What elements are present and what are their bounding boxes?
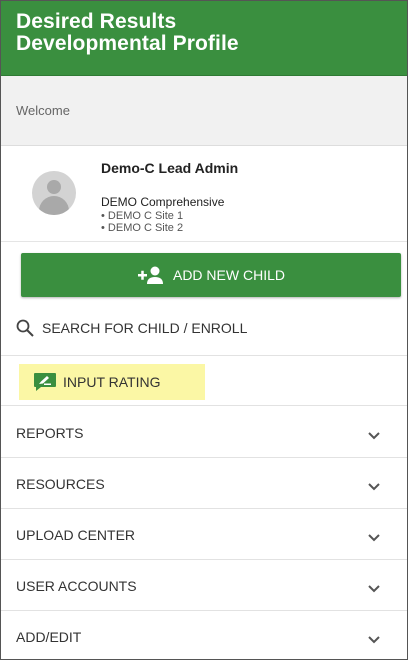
profile-site-2: • DEMO C Site 2 bbox=[101, 222, 184, 234]
profile-organization: DEMO Comprehensive bbox=[101, 195, 225, 209]
menu-label-resources: RESOURCES bbox=[16, 475, 105, 492]
avatar-body bbox=[39, 196, 69, 215]
add-new-child-button[interactable]: ADD NEW CHILD bbox=[21, 253, 401, 297]
input-rating-link[interactable]: INPUT RATING bbox=[33, 372, 161, 392]
profile-site-1: • DEMO C Site 1 bbox=[101, 210, 184, 222]
app-frame: Desired Results Developmental Profile We… bbox=[0, 0, 408, 660]
menu-item-reports[interactable]: REPORTS bbox=[1, 408, 407, 458]
menu-label-user-accounts: USER ACCOUNTS bbox=[16, 577, 137, 594]
menu-item-user-accounts[interactable]: USER ACCOUNTS bbox=[1, 561, 407, 611]
rating-edit-icon bbox=[33, 372, 57, 392]
add-new-child-label: ADD NEW CHILD bbox=[172, 267, 285, 283]
profile-name: Demo-C Lead Admin bbox=[101, 160, 239, 176]
add-person-icon bbox=[137, 266, 163, 284]
avatar-head bbox=[47, 180, 61, 194]
menu-label-add-edit: ADD/EDIT bbox=[16, 628, 82, 645]
app-title-line2: Developmental Profile bbox=[16, 32, 239, 55]
avatar bbox=[32, 171, 76, 215]
chevron-down-icon bbox=[368, 483, 380, 491]
chevron-down-icon bbox=[368, 636, 380, 644]
menu-item-upload-center[interactable]: UPLOAD CENTER bbox=[1, 510, 407, 560]
chevron-down-icon bbox=[368, 534, 380, 542]
chevron-down-icon bbox=[368, 585, 380, 593]
input-rating-label: INPUT RATING bbox=[63, 374, 161, 390]
user-profile: Demo-C Lead Admin DEMO Comprehensive • D… bbox=[1, 146, 407, 242]
search-for-child-link[interactable]: SEARCH FOR CHILD / ENROLL bbox=[16, 319, 247, 337]
app-title-line1: Desired Results bbox=[16, 10, 177, 33]
menu-label-reports: REPORTS bbox=[16, 424, 84, 441]
menu-label-upload-center: UPLOAD CENTER bbox=[16, 526, 136, 543]
search-icon bbox=[16, 319, 34, 337]
welcome-text: Welcome bbox=[16, 103, 70, 118]
app-header: Desired Results Developmental Profile bbox=[1, 1, 407, 76]
chevron-down-icon bbox=[368, 432, 380, 440]
search-label: SEARCH FOR CHILD / ENROLL bbox=[42, 320, 248, 336]
menu-item-resources[interactable]: RESOURCES bbox=[1, 459, 407, 509]
welcome-bar: Welcome bbox=[1, 76, 407, 146]
menu-item-add-edit[interactable]: ADD/EDIT bbox=[1, 612, 407, 659]
